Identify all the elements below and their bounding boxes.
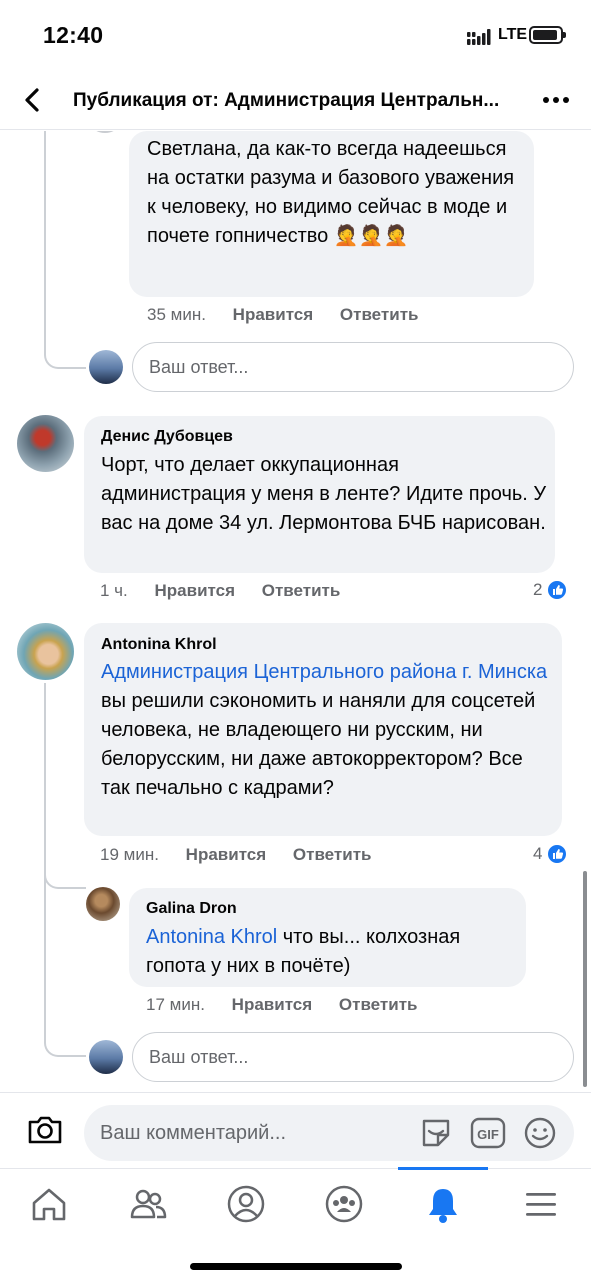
emoji-icon[interactable] [522,1115,558,1151]
like-reaction-icon [546,843,569,865]
profile-icon[interactable] [225,1183,267,1225]
thread-line [44,683,46,883]
comment-author[interactable]: Antonina Khrol [101,636,217,654]
avatar-partial [92,131,118,133]
comment-text: Чорт, что делает оккупационная администр… [101,454,547,534]
comment-time: 17 мин. [146,995,205,1014]
reply-button[interactable]: Ответить [293,845,372,864]
thread-connector [44,331,86,369]
signal-icon [467,29,491,45]
thread-line [44,131,46,351]
comment-meta: 35 мин. Нравится Ответить [147,305,440,325]
scrollbar[interactable] [583,871,587,1087]
network-type: LTE [498,26,528,43]
back-arrow-icon[interactable] [20,86,46,114]
thread-line [44,883,46,1023]
my-avatar [89,350,123,384]
home-icon[interactable] [28,1183,70,1225]
active-tab-indicator [398,1167,488,1170]
reply-button[interactable]: Ответить [340,305,419,324]
avatar-galina[interactable] [86,887,120,921]
my-avatar [89,1040,123,1074]
camera-icon[interactable] [26,1113,64,1147]
comment-author[interactable]: Денис Дубовцев [101,428,233,446]
comment-meta: 19 мин. Нравится Ответить [100,845,393,865]
avatar-antonina[interactable] [17,623,74,680]
comment-time: 1 ч. [100,581,128,600]
app-header: Публикация от: Администрация Центральн..… [0,72,591,130]
more-options-icon[interactable] [540,86,572,114]
home-indicator [190,1263,402,1270]
comment-text: Администрация Центрального района г. Мин… [101,658,551,803]
reaction-count[interactable]: 4 [533,843,569,865]
mention-link[interactable]: Администрация Центрального района г. Мин… [101,661,547,683]
thread-connector [44,1011,86,1057]
status-bar: 12:40 LTE [0,0,591,70]
friends-icon[interactable] [127,1183,169,1225]
comment-body: вы решили сэкономить и наняли для соцсет… [101,690,536,799]
groups-icon[interactable] [323,1183,365,1225]
like-reaction-icon [546,579,569,601]
notifications-icon[interactable] [422,1183,464,1225]
status-time: 12:40 [43,22,104,48]
comment-time: 35 мин. [147,305,206,324]
battery-icon [529,26,566,44]
reply-input[interactable]: Ваш ответ... [132,1032,574,1082]
reaction-count[interactable]: 2 [533,579,569,601]
comment-text: Светлана, да как-то всегда надеешься на … [147,138,515,247]
like-button[interactable]: Нравится [186,845,267,864]
avatar-denis[interactable] [17,415,74,472]
sticker-icon[interactable] [418,1115,454,1151]
reply-button[interactable]: Ответить [262,581,341,600]
comment-text: Antonina Khrol что вы... колхозная гопот… [146,923,516,981]
mention-link[interactable]: Antonina Khrol [146,926,277,948]
like-button[interactable]: Нравится [233,305,314,324]
comment-input[interactable]: Ваш комментарий... GIF [84,1105,574,1161]
like-button[interactable]: Нравится [232,995,313,1014]
thread-connector [44,861,86,889]
reply-input[interactable]: Ваш ответ... [132,342,574,392]
like-button[interactable]: Нравится [155,581,236,600]
gif-icon[interactable]: GIF [470,1115,506,1151]
menu-icon[interactable] [520,1183,562,1225]
bottom-nav [0,1167,591,1280]
reaction-number: 4 [533,844,543,863]
page-title: Публикация от: Администрация Центральн..… [73,90,500,111]
comment-placeholder: Ваш комментарий... [100,1122,287,1144]
reaction-number: 2 [533,580,543,599]
comment-meta: 17 мин. Нравится Ответить [146,995,439,1015]
comment-time: 19 мин. [100,845,159,864]
comment-author[interactable]: Galina Dron [146,900,237,918]
comments-feed[interactable]: Светлана, да как-то всегда надеешься на … [0,131,591,1091]
svg-text:GIF: GIF [477,1127,499,1142]
reply-button[interactable]: Ответить [339,995,418,1014]
comment-meta: 1 ч. Нравится Ответить [100,581,362,601]
comment-composer: Ваш комментарий... GIF [0,1092,591,1168]
